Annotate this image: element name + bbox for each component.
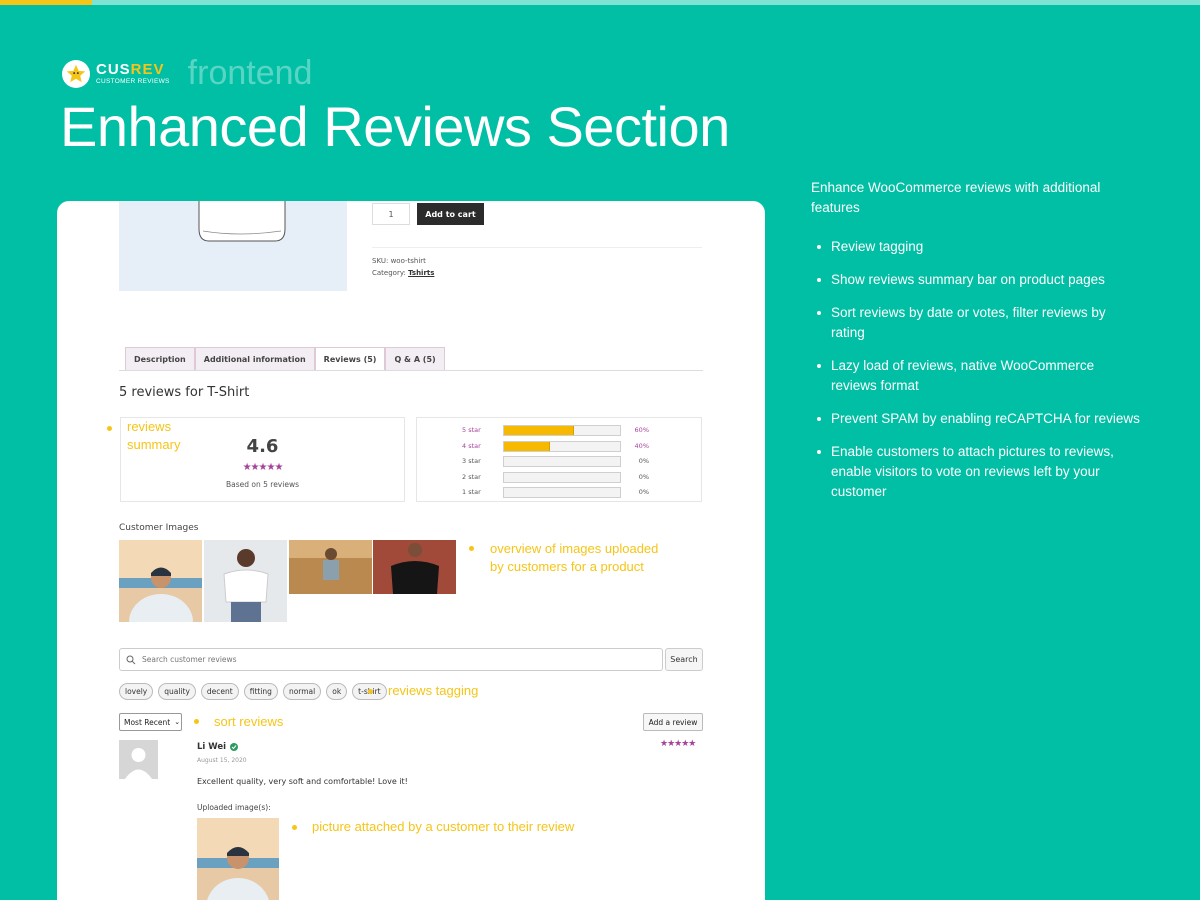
rating-bar-track: [503, 425, 621, 436]
search-input[interactable]: [142, 655, 622, 664]
annotation-tagging: reviews tagging: [388, 683, 479, 698]
rating-bar-fill: [504, 441, 551, 451]
add-to-cart-button[interactable]: Add to cart: [417, 203, 484, 225]
customer-image-3[interactable]: [289, 540, 372, 594]
search-icon: [126, 655, 136, 664]
product-page-preview: 1 Add to cart SKU: woo-tshirt Category: …: [57, 201, 765, 900]
rating-bar-row[interactable]: 1 star 0%: [417, 487, 701, 499]
chevron-down-icon: ⌄: [174, 718, 181, 726]
rating-bar-percent: 0%: [638, 472, 649, 481]
add-review-button[interactable]: Add a review: [643, 713, 703, 731]
rating-bar-percent: 60%: [634, 426, 649, 434]
customer-images-label: Customer Images: [119, 523, 199, 533]
star-icon: [62, 59, 90, 88]
brand-logo: CUSREV CUSTOMER REVIEWS frontend: [62, 54, 312, 93]
tag-chip[interactable]: normal: [282, 683, 322, 700]
top-accent: [0, 0, 92, 5]
rating-bar-row[interactable]: 4 star 40%: [417, 440, 701, 453]
annotation-bullet: [194, 719, 199, 724]
tag-chip[interactable]: ok: [326, 683, 348, 700]
top-progress-bar: [0, 0, 1200, 5]
tab-qa[interactable]: Q & A (5): [385, 347, 445, 371]
search-button[interactable]: Search: [665, 648, 703, 671]
rating-bar-label: 4 star: [462, 441, 481, 450]
sku-line: SKU: woo-tshirt: [372, 257, 426, 265]
customer-image-2[interactable]: [204, 540, 287, 622]
annotation-sort: sort reviews: [214, 714, 284, 729]
customer-image-1[interactable]: [119, 540, 202, 650]
rating-bar-row[interactable]: 2 star 0%: [417, 471, 701, 484]
feature-list: Enhance WooCommerce reviews with additio…: [811, 178, 1141, 515]
average-stars: ★★★★★: [242, 462, 284, 473]
rating-bar-track: [503, 471, 621, 483]
tab-divider: [119, 370, 703, 371]
reviews-summary: 4.6 ★★★★★ Based on 5 reviews: [120, 417, 405, 502]
brand-subtitle: CUSTOMER REVIEWS: [96, 77, 170, 85]
annotation-bullet: [469, 546, 474, 551]
rating-bars: 5 star 60% 4 star 40% 3 star 0% 2 star 0% 1 star…: [416, 417, 702, 502]
average-rating: 4.6: [246, 436, 279, 457]
review-stars: ★★★★★: [660, 739, 696, 749]
rating-bar-track: [503, 456, 621, 467]
category-line: Category: Tshirts: [372, 269, 435, 277]
tab-reviews[interactable]: Reviews (5): [314, 347, 386, 371]
rating-bar-label: 2 star: [462, 472, 481, 481]
annotation-bullet: [107, 426, 112, 431]
page-title: Enhanced Reviews Section: [60, 95, 730, 158]
tab-description[interactable]: Description: [125, 347, 195, 371]
rating-bar-label: 5 star: [462, 426, 481, 434]
tag-chip[interactable]: lovely: [119, 683, 154, 700]
tag-chip[interactable]: fitting: [243, 683, 278, 700]
tag-chip[interactable]: decent: [200, 683, 239, 700]
rating-bar-percent: 0%: [638, 488, 649, 496]
feature-item: Lazy load of reviews, native WooCommerce…: [811, 356, 1141, 396]
feature-item: Review tagging: [811, 237, 1141, 257]
rating-bar-fill: [504, 426, 574, 435]
product-image: [119, 201, 347, 291]
review-text: Excellent quality, very soft and comfort…: [197, 777, 408, 786]
annotation-customer-images: overview of images uploaded by customers …: [490, 541, 659, 574]
review-author: Li Wei: [197, 742, 239, 752]
quantity-field[interactable]: 1: [372, 203, 410, 225]
reviews-title: 5 reviews for T-Shirt: [119, 385, 250, 400]
tag-chip[interactable]: quality: [158, 683, 196, 700]
annotation-picture: picture attached by a customer to their …: [312, 819, 575, 834]
brand-tag: frontend: [187, 54, 313, 92]
sort-select[interactable]: Most Recent ⌄: [119, 713, 182, 731]
rating-bar-percent: 0%: [638, 457, 649, 465]
customer-image-4[interactable]: [373, 540, 456, 594]
rating-bar-row[interactable]: 3 star 0%: [417, 456, 701, 468]
rating-bar-percent: 40%: [634, 441, 649, 450]
feature-item: Sort reviews by date or votes, filter re…: [811, 303, 1141, 343]
divider: [372, 247, 702, 248]
feature-item: Show reviews summary bar on product page…: [811, 270, 1141, 290]
annotation-bullet: [368, 689, 373, 694]
tab-additional-information[interactable]: Additional information: [194, 347, 315, 371]
feature-intro: Enhance WooCommerce reviews with additio…: [811, 180, 1101, 215]
verified-icon: [230, 743, 239, 751]
brand-name: CUSREV: [96, 60, 165, 78]
based-on-count: Based on 5 reviews: [225, 480, 299, 489]
feature-item: Enable customers to attach pictures to r…: [811, 442, 1141, 502]
review-date: August 15, 2020: [197, 757, 247, 764]
annotation-bullet: [292, 825, 297, 830]
search-bar: [119, 648, 663, 671]
rating-bar-row[interactable]: 5 star 60%: [417, 425, 701, 437]
rating-bar-label: 3 star: [462, 457, 481, 465]
category-link[interactable]: Tshirts: [408, 269, 434, 277]
rating-bar-track: [503, 487, 621, 498]
product-tabs: Description Additional information Revie…: [125, 347, 445, 371]
avatar: [119, 740, 158, 779]
review-tags: lovelyqualitydecentfittingnormalokt-shir…: [119, 683, 392, 700]
rating-bar-track: [503, 440, 621, 452]
rating-bar-label: 1 star: [462, 488, 481, 496]
uploaded-images-label: Uploaded image(s):: [197, 803, 271, 812]
feature-item: Prevent SPAM by enabling reCAPTCHA for r…: [811, 409, 1141, 429]
review-image[interactable]: [197, 818, 279, 900]
